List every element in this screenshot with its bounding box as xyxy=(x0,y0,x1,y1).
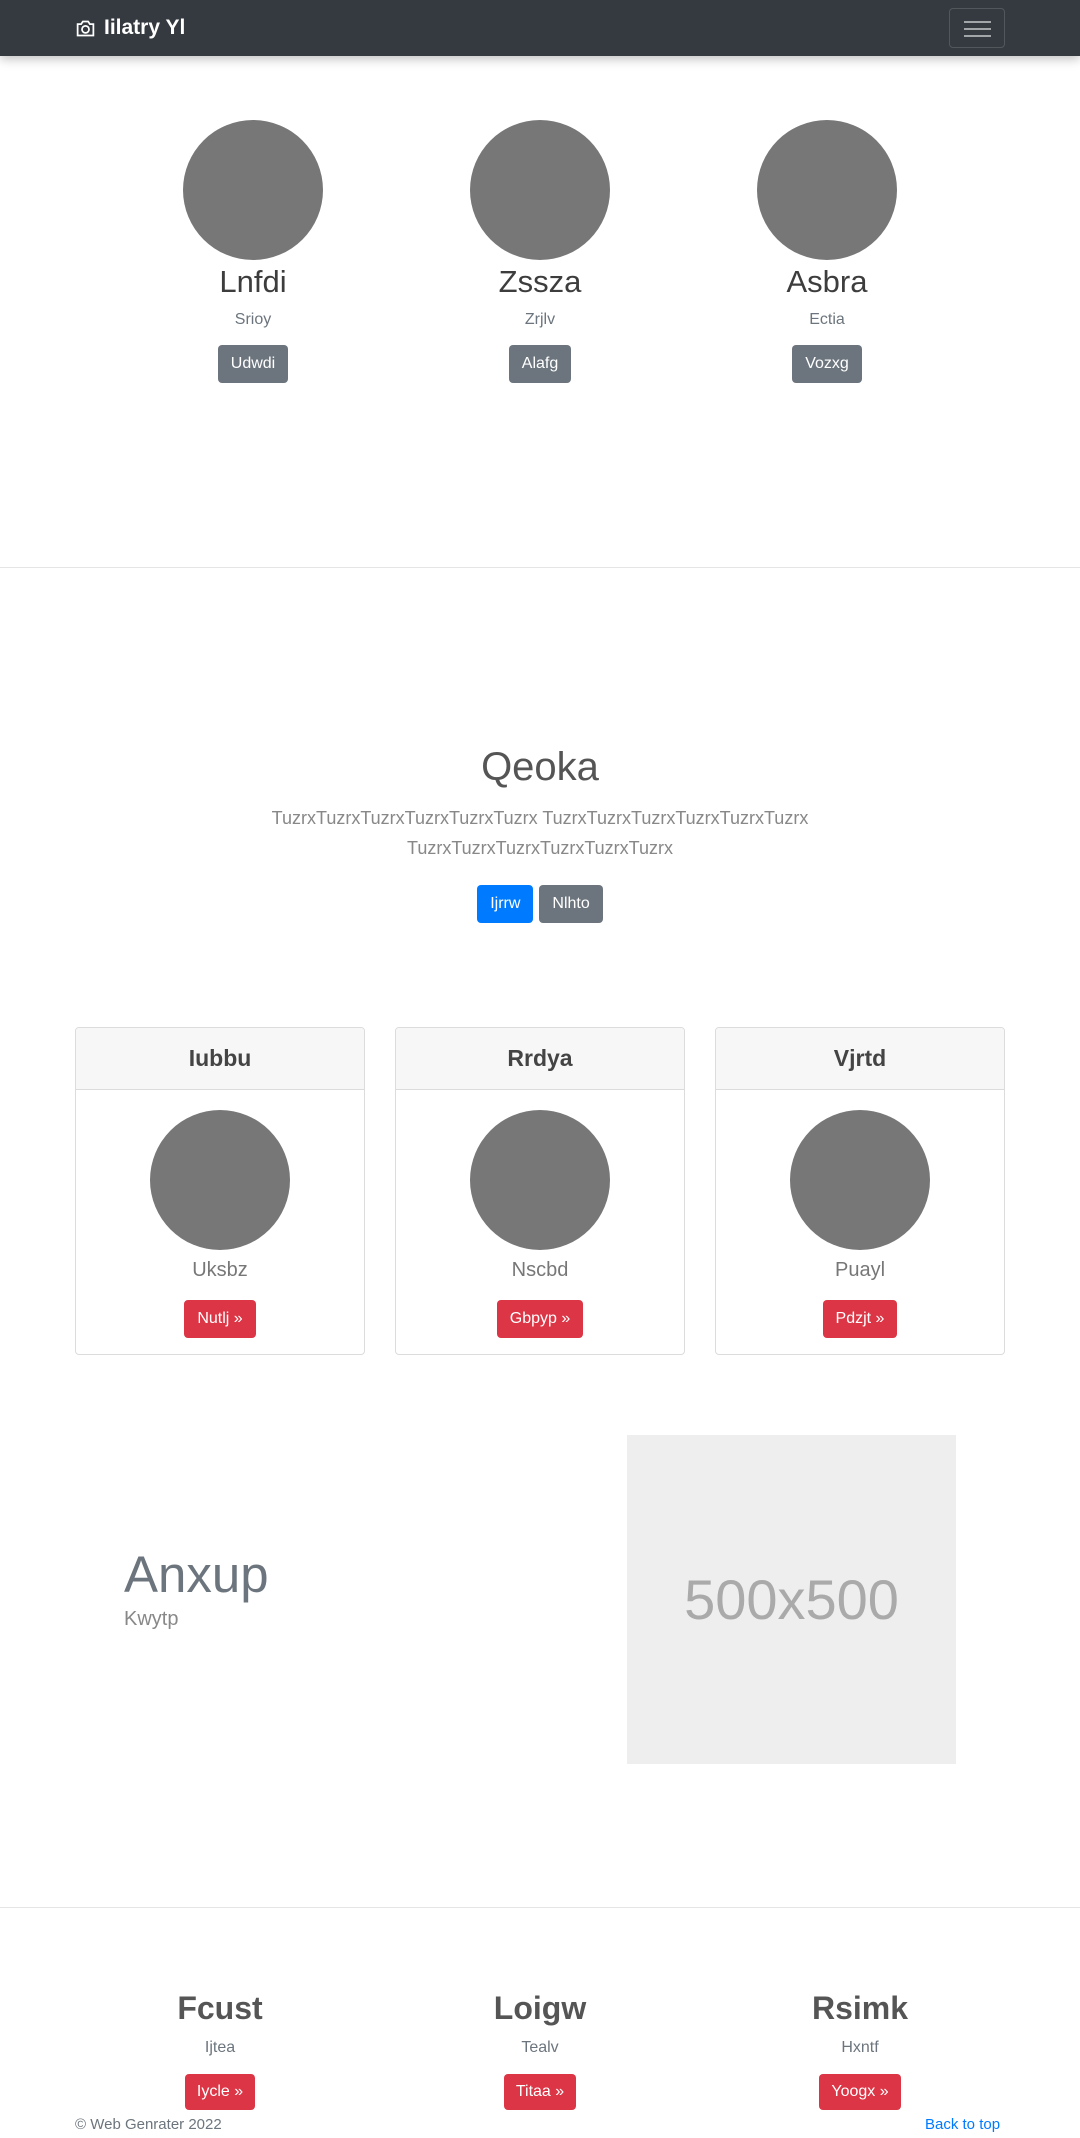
team-member: Lnfdi Srioy Udwdi xyxy=(173,120,333,383)
card-text: Puayl xyxy=(834,1259,886,1281)
brand-name: Iilatry Yl xyxy=(104,16,186,39)
feature-card: Vjrtd Puayl Pdzjt » xyxy=(715,1027,1005,1355)
card-button[interactable]: Nutlj » xyxy=(184,1300,256,1338)
feature-card: Rrdya Nscbd Gbpyp » xyxy=(395,1027,685,1355)
card-title: Vjrtd xyxy=(716,1028,1004,1090)
section-divider xyxy=(0,567,1080,568)
footer-column-text: Hxntf xyxy=(841,2039,879,2056)
feature-card: Iubbu Uksbz Nutlj » xyxy=(75,1027,365,1355)
member-button[interactable]: Vozxg xyxy=(792,345,862,383)
feature-subtitle: Kwytp xyxy=(124,1608,179,1630)
brand-link[interactable]: Iilatry Yl xyxy=(75,14,185,42)
team-member: Zssza Zrjlv Alafg xyxy=(460,120,620,383)
hero-title: Qeoka xyxy=(481,745,599,789)
card-title: Iubbu xyxy=(76,1028,364,1090)
hero-secondary-button[interactable]: Nlhto xyxy=(539,885,603,923)
card-body: Uksbz Nutlj » xyxy=(76,1090,364,1338)
card-body: Nscbd Gbpyp » xyxy=(396,1090,684,1338)
back-to-top-link[interactable]: Back to top xyxy=(925,2116,1000,2133)
member-name: Asbra xyxy=(786,264,868,299)
card-text: Uksbz xyxy=(192,1259,248,1281)
card-button[interactable]: Gbpyp » xyxy=(496,1300,584,1338)
feature-title: Anxup xyxy=(124,1546,269,1603)
footer-column-text: Tealv xyxy=(521,2039,559,2056)
placeholder-image: 500x500 xyxy=(627,1435,956,1764)
footer-column-title: Loigw xyxy=(493,1990,587,2026)
avatar xyxy=(470,120,610,260)
menu-toggle-button[interactable] xyxy=(949,8,1005,48)
hero-primary-button[interactable]: Ijrrw xyxy=(477,885,534,923)
section-divider xyxy=(0,1907,1080,1908)
card-title: Rrdya xyxy=(396,1028,684,1090)
hamburger-icon xyxy=(964,28,991,30)
card-text: Nscbd xyxy=(511,1259,569,1281)
footer-column: Fcust Ijtea Iycle » xyxy=(120,1988,320,2110)
card-button[interactable]: Pdzjt » xyxy=(822,1300,898,1338)
footer-column-title: Fcust xyxy=(177,1990,263,2026)
member-role: Zrjlv xyxy=(524,311,556,328)
avatar xyxy=(150,1110,290,1250)
member-role: Srioy xyxy=(234,311,272,328)
member-button[interactable]: Alafg xyxy=(508,345,572,383)
team-member: Asbra Ectia Vozxg xyxy=(747,120,907,383)
hamburger-icon xyxy=(964,21,991,23)
footer-column-title: Rsimk xyxy=(811,1990,909,2026)
footer-column-text: Ijtea xyxy=(204,2039,236,2056)
footer-column-button[interactable]: Titaa » xyxy=(503,2074,577,2110)
avatar xyxy=(757,120,897,260)
member-role: Ectia xyxy=(809,311,845,328)
avatar xyxy=(470,1110,610,1250)
member-name: Lnfdi xyxy=(219,264,287,299)
hero-text: TuzrxTuzrxTuzrxTuzrxTuzrxTuzrx TuzrxTuzr… xyxy=(271,808,809,858)
hamburger-icon xyxy=(964,35,991,37)
copyright-text: © Web Genrater 2022 xyxy=(75,2116,222,2133)
avatar xyxy=(790,1110,930,1250)
footer-column: Rsimk Hxntf Yoogx » xyxy=(760,1988,960,2110)
footer-column-button[interactable]: Yoogx » xyxy=(819,2074,901,2110)
member-name: Zssza xyxy=(498,264,582,299)
navbar: Iilatry Yl xyxy=(0,0,1080,56)
camera-icon xyxy=(76,20,95,36)
card-body: Puayl Pdzjt » xyxy=(716,1090,1004,1338)
hero-buttons: Ijrrw Nlhto xyxy=(0,885,1080,923)
footer-column: Loigw Tealv Titaa » xyxy=(440,1988,640,2110)
footer-column-button[interactable]: Iycle » xyxy=(184,2074,256,2110)
member-button[interactable]: Udwdi xyxy=(217,345,289,383)
avatar xyxy=(183,120,323,260)
